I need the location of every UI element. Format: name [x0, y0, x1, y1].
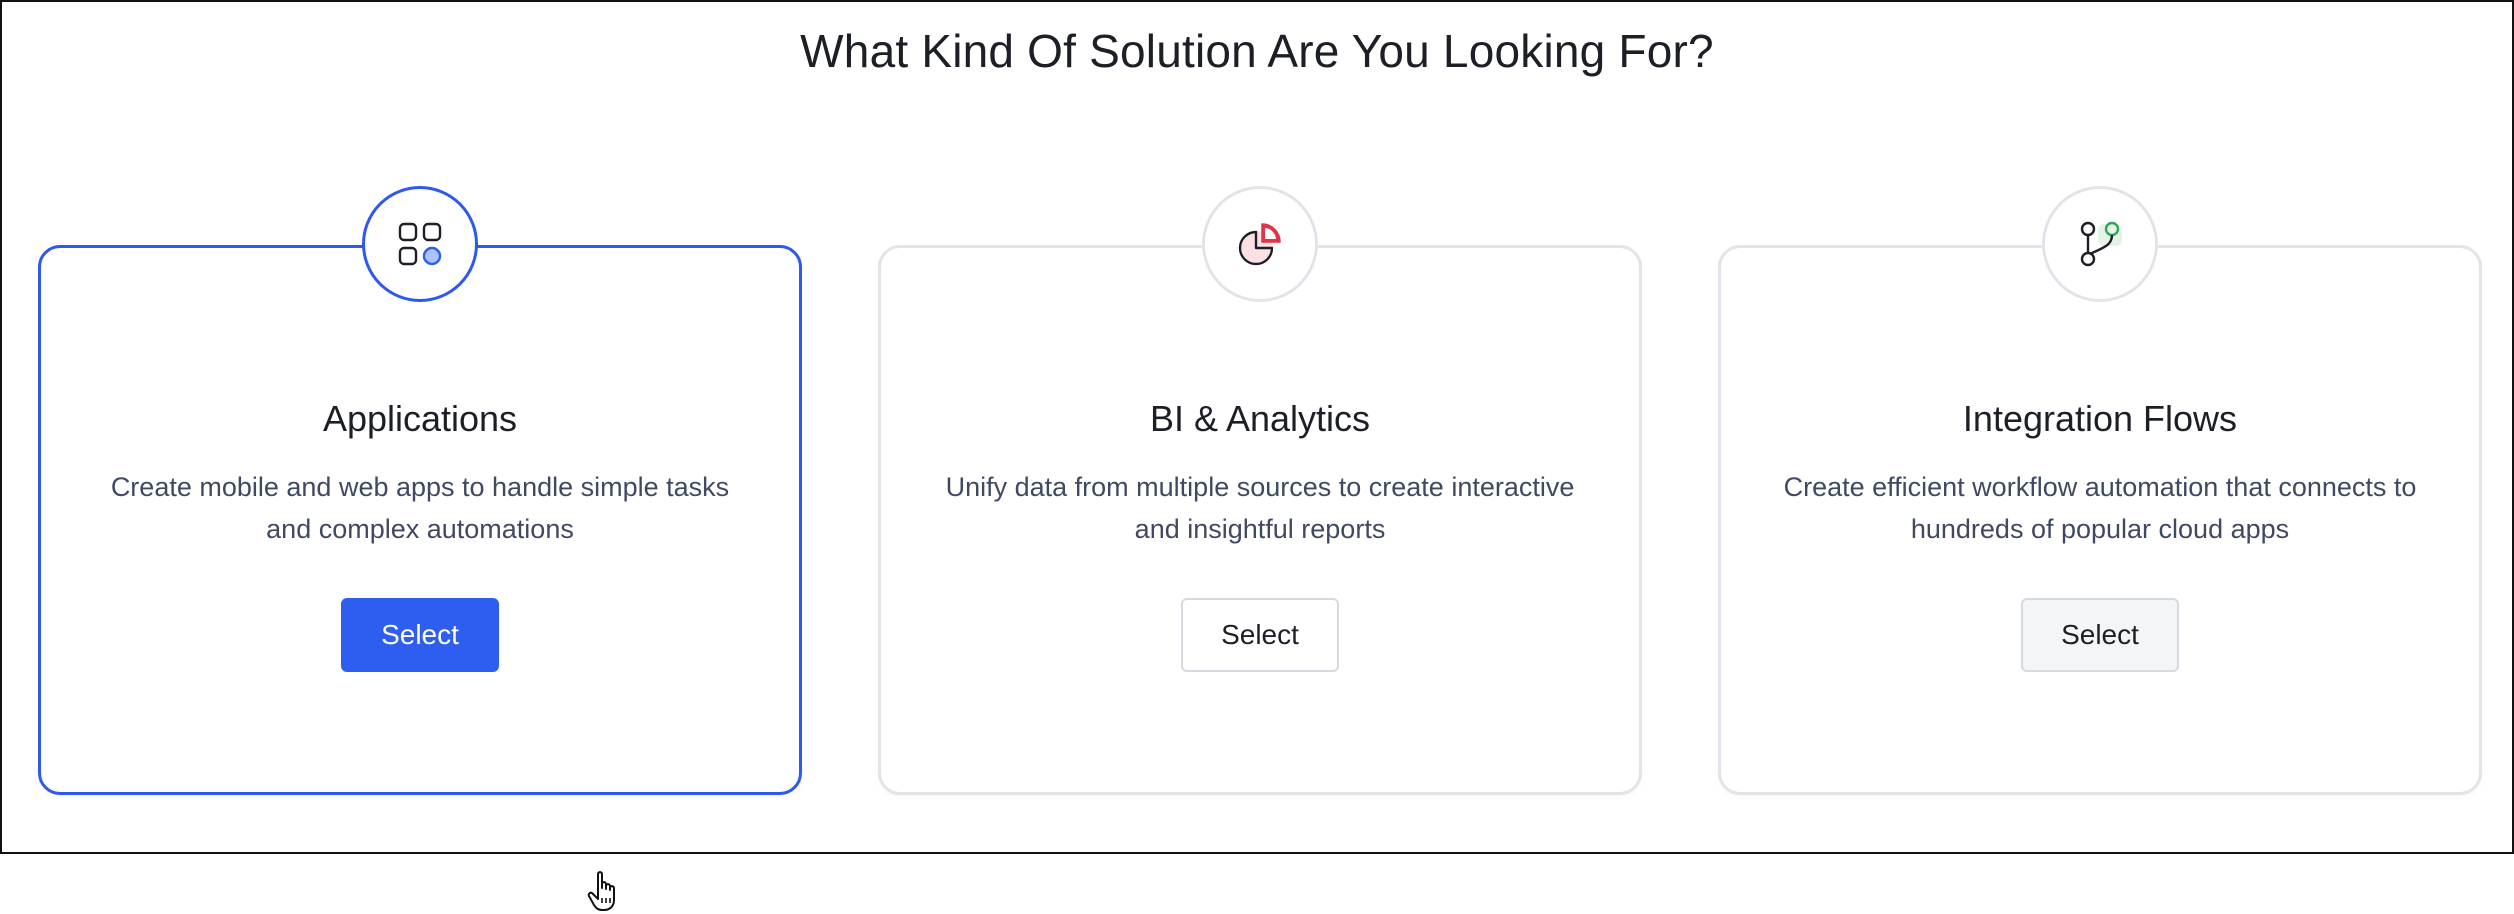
card-applications[interactable]: Applications Create mobile and web apps …: [38, 186, 802, 911]
flow-branch-icon: [2080, 221, 2122, 267]
card-title: Integration Flows: [1962, 398, 2238, 439]
page-frame: What Kind Of Solution Are You Looking Fo…: [0, 0, 2514, 911]
select-applications-button[interactable]: Select: [341, 598, 499, 672]
card-bi-analytics[interactable]: BI & Analytics Unify data from multiple …: [878, 186, 1642, 795]
icon-circle: [2042, 186, 2158, 302]
icon-circle: [362, 186, 478, 302]
select-integration-flows-button[interactable]: Select: [2021, 598, 2179, 672]
page-title: What Kind Of Solution Are You Looking Fo…: [800, 25, 1714, 77]
hand-cursor-icon: [587, 871, 615, 911]
card-description: Create efficient workflow automation tha…: [1783, 472, 2417, 544]
card-title: BI & Analytics: [1149, 398, 1371, 439]
card-description: Create mobile and web apps to handle sim…: [110, 472, 730, 544]
card-integration-flows[interactable]: Integration Flows Create efficient workf…: [1718, 186, 2482, 795]
pie-chart-icon: [1238, 223, 1281, 266]
apps-grid-icon: [398, 222, 442, 266]
card-title: Applications: [322, 398, 518, 439]
icon-circle: [1202, 186, 1318, 302]
select-bi-analytics-button[interactable]: Select: [1181, 598, 1339, 672]
card-description: Unify data from multiple sources to crea…: [945, 472, 1575, 544]
